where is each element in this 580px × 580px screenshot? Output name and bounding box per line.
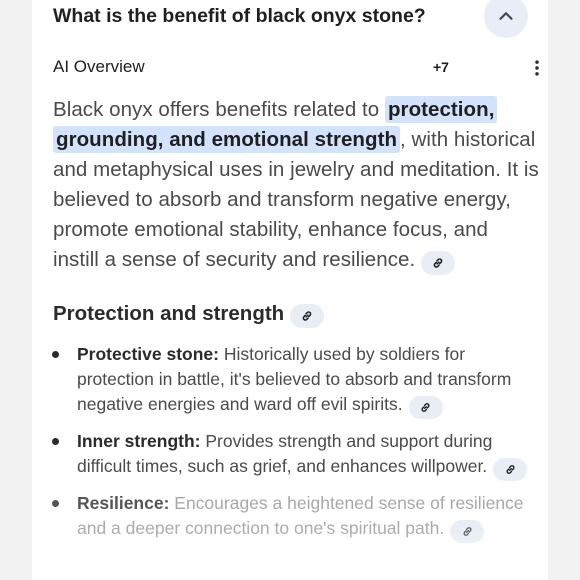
summary-lead: Black onyx offers benefits related to <box>53 98 385 121</box>
list-item: Protective stone: Historically used by s… <box>32 342 532 419</box>
link-icon <box>463 527 472 536</box>
question-title: What is the benefit of black onyx stone? <box>53 5 426 27</box>
list-item: Resilience: Encourages a heightened sens… <box>32 491 532 543</box>
collapse-button[interactable] <box>484 0 528 38</box>
link-icon <box>421 403 430 412</box>
chevron-up-icon <box>499 12 513 20</box>
bullet-dot <box>52 438 59 445</box>
link-icon <box>302 311 312 321</box>
bullet-term: Inner strength: <box>77 431 201 451</box>
question-row: What is the benefit of black onyx stone? <box>53 0 548 38</box>
overview-label: AI Overview <box>53 57 145 76</box>
bullet-link-button[interactable] <box>408 396 443 419</box>
overview-summary: Black onyx offers benefits related to pr… <box>53 95 539 275</box>
link-icon <box>506 465 515 474</box>
link-icon <box>433 258 443 268</box>
ai-overview-card: What is the benefit of black onyx stone?… <box>32 0 548 580</box>
more-vert-icon <box>535 60 539 76</box>
overview-header: AI Overview +7 <box>53 56 539 80</box>
bullet-dot <box>52 500 59 507</box>
bullet-dot <box>52 351 59 358</box>
list-item: Inner strength: Provides strength and su… <box>32 429 532 481</box>
more-options-button[interactable] <box>525 56 548 80</box>
source-count-button[interactable]: +7 <box>433 59 449 75</box>
bullet-link-button[interactable] <box>493 458 528 481</box>
bullet-link-button[interactable] <box>450 520 485 543</box>
benefit-list: Protective stone: Historically used by s… <box>32 342 548 553</box>
section-heading: Protection and strength <box>53 302 325 330</box>
bullet-term: Resilience: <box>77 493 170 513</box>
source-link-button[interactable] <box>421 251 456 275</box>
heading-link-button[interactable] <box>290 304 325 328</box>
section-heading-text: Protection and strength <box>53 302 285 325</box>
bullet-term: Protective stone: <box>77 344 219 364</box>
